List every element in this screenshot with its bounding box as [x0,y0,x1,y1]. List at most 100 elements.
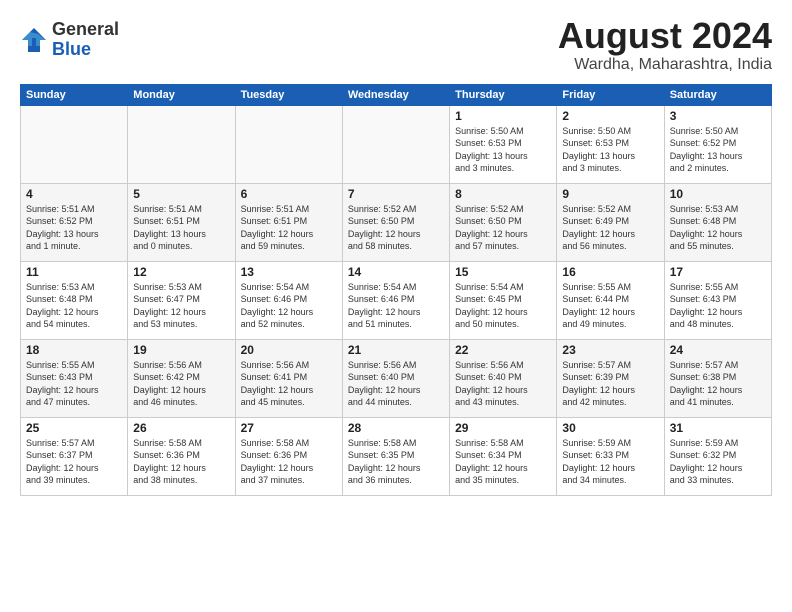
day-info: Sunrise: 5:50 AM Sunset: 6:53 PM Dayligh… [562,125,658,175]
day-info: Sunrise: 5:56 AM Sunset: 6:41 PM Dayligh… [241,359,337,409]
calendar-table: Sunday Monday Tuesday Wednesday Thursday… [20,84,772,496]
day-number: 26 [133,421,229,435]
day-cell: 13Sunrise: 5:54 AM Sunset: 6:46 PM Dayli… [235,261,342,339]
day-cell: 12Sunrise: 5:53 AM Sunset: 6:47 PM Dayli… [128,261,235,339]
day-cell: 26 Sunrise: 5:58 AM Sunset: 6:36 PM Dayli… [128,417,235,495]
day-number: 27 [241,421,337,435]
day-cell: 14 Sunrise: 5:54 AM Sunset: 6:46 PM Dayli… [342,261,449,339]
day-info: Sunrise: 5:55 AM Sunset: 6:44 PM Dayligh… [562,281,658,331]
day-info: Sunrise: 5:52 AM Sunset: 6:49 PM Dayligh… [562,203,658,253]
day-number: 12 [133,265,229,279]
day-info: Sunrise: 5:57 AM Sunset: 6:39 PM Dayligh… [562,359,658,409]
header-wednesday: Wednesday [342,84,449,105]
day-number: 11 [26,265,122,279]
day-cell: 3 Sunrise: 5:50 AM Sunset: 6:52 PM Daylig… [664,105,771,183]
day-cell: 4Sunrise: 5:51 AM Sunset: 6:52 PM Daylig… [21,183,128,261]
day-number: 15 [455,265,551,279]
day-cell: 15 Sunrise: 5:54 AM Sunset: 6:45 PM Dayli… [450,261,557,339]
day-number: 24 [670,343,766,357]
day-info: Sunrise: 5:51 AM Sunset: 6:51 PM Dayligh… [241,203,337,253]
header-thursday: Thursday [450,84,557,105]
day-info: Sunrise: 5:58 AM Sunset: 6:34 PM Dayligh… [455,437,551,487]
day-cell: 28 Sunrise: 5:58 AM Sunset: 6:35 PM Dayli… [342,417,449,495]
week-row-1: 4Sunrise: 5:51 AM Sunset: 6:52 PM Daylig… [21,183,772,261]
day-info: Sunrise: 5:52 AM Sunset: 6:50 PM Dayligh… [348,203,444,253]
day-number: 2 [562,109,658,123]
logo: General Blue [20,20,119,60]
header-monday: Monday [128,84,235,105]
day-cell: 25 Sunrise: 5:57 AM Sunset: 6:37 PM Dayli… [21,417,128,495]
day-info: Sunrise: 5:59 AM Sunset: 6:32 PM Dayligh… [670,437,766,487]
day-info: Sunrise: 5:51 AM Sunset: 6:51 PM Dayligh… [133,203,229,253]
day-cell: 2 Sunrise: 5:50 AM Sunset: 6:53 PM Daylig… [557,105,664,183]
day-cell [235,105,342,183]
day-info: Sunrise: 5:57 AM Sunset: 6:37 PM Dayligh… [26,437,122,487]
day-info: Sunrise: 5:53 AM Sunset: 6:48 PM Dayligh… [670,203,766,253]
day-cell: 30 Sunrise: 5:59 AM Sunset: 6:33 PM Dayli… [557,417,664,495]
day-number: 21 [348,343,444,357]
day-info: Sunrise: 5:56 AM Sunset: 6:42 PM Dayligh… [133,359,229,409]
day-number: 20 [241,343,337,357]
day-number: 25 [26,421,122,435]
day-info: Sunrise: 5:58 AM Sunset: 6:35 PM Dayligh… [348,437,444,487]
day-number: 30 [562,421,658,435]
logo-general: General [52,19,119,39]
day-number: 5 [133,187,229,201]
day-info: Sunrise: 5:55 AM Sunset: 6:43 PM Dayligh… [26,359,122,409]
day-info: Sunrise: 5:58 AM Sunset: 6:36 PM Dayligh… [241,437,337,487]
day-number: 31 [670,421,766,435]
day-number: 4 [26,187,122,201]
day-info: Sunrise: 5:50 AM Sunset: 6:53 PM Dayligh… [455,125,551,175]
day-cell: 21 Sunrise: 5:56 AM Sunset: 6:40 PM Dayli… [342,339,449,417]
day-cell: 22 Sunrise: 5:56 AM Sunset: 6:40 PM Dayli… [450,339,557,417]
header: General Blue August 2024 Wardha, Maharas… [20,16,772,74]
day-info: Sunrise: 5:59 AM Sunset: 6:33 PM Dayligh… [562,437,658,487]
day-cell: 17Sunrise: 5:55 AM Sunset: 6:43 PM Dayli… [664,261,771,339]
day-info: Sunrise: 5:56 AM Sunset: 6:40 PM Dayligh… [455,359,551,409]
day-cell: 19 Sunrise: 5:56 AM Sunset: 6:42 PM Dayli… [128,339,235,417]
day-info: Sunrise: 5:56 AM Sunset: 6:40 PM Dayligh… [348,359,444,409]
day-cell [128,105,235,183]
header-sunday: Sunday [21,84,128,105]
day-cell: 31 Sunrise: 5:59 AM Sunset: 6:32 PM Dayli… [664,417,771,495]
month-title: August 2024 [558,16,772,56]
day-number: 8 [455,187,551,201]
day-info: Sunrise: 5:55 AM Sunset: 6:43 PM Dayligh… [670,281,766,331]
day-number: 13 [241,265,337,279]
header-row: Sunday Monday Tuesday Wednesday Thursday… [21,84,772,105]
day-cell: 20 Sunrise: 5:56 AM Sunset: 6:41 PM Dayli… [235,339,342,417]
day-number: 3 [670,109,766,123]
day-number: 23 [562,343,658,357]
day-cell: 11 Sunrise: 5:53 AM Sunset: 6:48 PM Dayli… [21,261,128,339]
day-number: 18 [26,343,122,357]
header-friday: Friday [557,84,664,105]
header-tuesday: Tuesday [235,84,342,105]
week-row-0: 1Sunrise: 5:50 AM Sunset: 6:53 PM Daylig… [21,105,772,183]
day-info: Sunrise: 5:54 AM Sunset: 6:45 PM Dayligh… [455,281,551,331]
day-cell [342,105,449,183]
day-number: 10 [670,187,766,201]
day-number: 28 [348,421,444,435]
day-cell [21,105,128,183]
day-info: Sunrise: 5:52 AM Sunset: 6:50 PM Dayligh… [455,203,551,253]
day-cell: 23 Sunrise: 5:57 AM Sunset: 6:39 PM Dayli… [557,339,664,417]
page: General Blue August 2024 Wardha, Maharas… [0,0,792,612]
day-number: 14 [348,265,444,279]
week-row-2: 11 Sunrise: 5:53 AM Sunset: 6:48 PM Dayli… [21,261,772,339]
title-block: August 2024 Wardha, Maharashtra, India [558,16,772,74]
day-info: Sunrise: 5:58 AM Sunset: 6:36 PM Dayligh… [133,437,229,487]
day-info: Sunrise: 5:57 AM Sunset: 6:38 PM Dayligh… [670,359,766,409]
day-cell: 9 Sunrise: 5:52 AM Sunset: 6:49 PM Daylig… [557,183,664,261]
day-number: 6 [241,187,337,201]
day-cell: 27 Sunrise: 5:58 AM Sunset: 6:36 PM Dayli… [235,417,342,495]
day-info: Sunrise: 5:50 AM Sunset: 6:52 PM Dayligh… [670,125,766,175]
day-number: 9 [562,187,658,201]
day-cell: 7Sunrise: 5:52 AM Sunset: 6:50 PM Daylig… [342,183,449,261]
week-row-4: 25 Sunrise: 5:57 AM Sunset: 6:37 PM Dayli… [21,417,772,495]
day-info: Sunrise: 5:53 AM Sunset: 6:48 PM Dayligh… [26,281,122,331]
day-number: 22 [455,343,551,357]
day-cell: 5 Sunrise: 5:51 AM Sunset: 6:51 PM Daylig… [128,183,235,261]
day-number: 19 [133,343,229,357]
day-info: Sunrise: 5:54 AM Sunset: 6:46 PM Dayligh… [348,281,444,331]
day-cell: 24 Sunrise: 5:57 AM Sunset: 6:38 PM Dayli… [664,339,771,417]
